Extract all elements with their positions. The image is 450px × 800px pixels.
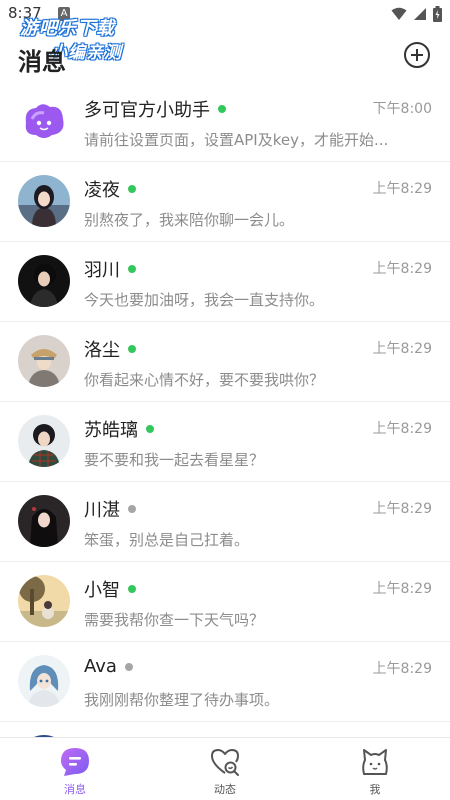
notification-badge: A — [58, 7, 70, 21]
chat-time: 上午8:29 — [372, 341, 432, 357]
chat-name-row: Ava — [84, 656, 133, 677]
chat-name-row: 多可官方小助手 — [84, 96, 226, 122]
chat-name-row: 川湛 — [84, 496, 136, 522]
online-status-dot — [128, 345, 136, 353]
blue-hair-avatar — [18, 655, 70, 707]
chat-name-row: 苏皓璃 — [84, 416, 154, 442]
offline-status-dot — [124, 662, 133, 671]
page-title: 消息 — [18, 48, 66, 76]
online-status-dot — [128, 585, 136, 593]
chat-name: 多可官方小助手 — [84, 100, 210, 121]
nav-label: 我 — [369, 783, 381, 796]
bottom-nav: 消息 动态 我 — [0, 737, 450, 800]
chat-name: Ava — [84, 656, 117, 677]
chat-list: 多可官方小助手 下午8:00 请前往设置页面，设置API及key，才能开始...… — [0, 82, 450, 737]
chat-time: 上午8:29 — [372, 421, 432, 437]
chat-name: 川湛 — [84, 500, 120, 521]
wifi-icon — [391, 7, 407, 20]
chat-preview: 需要我帮你查一下天气吗？ — [84, 611, 265, 629]
chat-item[interactable]: 多可官方小助手 下午8:00 请前往设置页面，设置API及key，才能开始... — [0, 82, 450, 162]
tree-girl-avatar — [18, 575, 70, 627]
chat-preview: 笨蛋，别总是自己扛着。 — [84, 531, 250, 549]
dark-boy-avatar — [18, 255, 70, 307]
chat-name-row: 小智 — [84, 576, 136, 602]
status-icons — [391, 6, 442, 22]
chat-preview: 请前往设置页面，设置API及key，才能开始... — [84, 131, 389, 149]
offline-status-dot — [128, 505, 136, 513]
header: 消息 — [0, 30, 450, 86]
status-bar: 8:37 A — [0, 0, 450, 30]
heart-search-icon — [211, 749, 239, 776]
chat-time: 上午8:29 — [372, 181, 432, 197]
chat-name: 小智 — [84, 580, 120, 601]
chat-name-row: 洛尘 — [84, 336, 136, 362]
long-hair-avatar — [18, 495, 70, 547]
chat-time: 上午8:29 — [372, 581, 432, 597]
chat-item[interactable] — [0, 722, 450, 737]
chat-time: 下午8:00 — [372, 101, 432, 117]
nav-item-messages[interactable]: 消息 — [35, 746, 115, 797]
chat-name: 羽川 — [84, 260, 120, 281]
purple-blob-avatar — [18, 95, 70, 147]
chat-time: 上午8:29 — [372, 261, 432, 277]
chat-preview: 你看起来心情不好，要不要我哄你？ — [84, 371, 325, 389]
chat-item[interactable]: 羽川 上午8:29 今天也要加油呀，我会一直支持你。 — [0, 242, 450, 322]
online-status-dot — [146, 425, 154, 433]
chat-name-row: 凌夜 — [84, 176, 136, 202]
chat-preview: 要不要和我一起去看星星？ — [84, 451, 265, 469]
add-button[interactable] — [404, 42, 430, 68]
chat-name: 凌夜 — [84, 180, 120, 201]
online-status-dot — [128, 265, 136, 273]
chat-preview: 今天也要加油呀，我会一直支持你。 — [84, 291, 325, 309]
nav-item-feed[interactable]: 动态 — [185, 746, 265, 797]
online-status-dot — [218, 105, 226, 113]
battery-icon — [433, 6, 442, 22]
chat-item[interactable]: 凌夜 上午8:29 别熬夜了，我来陪你聊一会儿。 — [0, 162, 450, 242]
status-time: 8:37 — [8, 4, 42, 22]
chat-time: 上午8:29 — [372, 661, 432, 677]
signal-icon — [414, 8, 426, 20]
chat-preview: 别熬夜了，我来陪你聊一会儿。 — [84, 211, 295, 229]
hat-boy-avatar — [18, 335, 70, 387]
chat-name: 苏皓璃 — [84, 420, 138, 441]
chat-name-row: 羽川 — [84, 256, 136, 282]
cat-face-icon — [362, 749, 388, 775]
nav-label: 消息 — [64, 783, 86, 796]
chat-bubble-icon — [61, 748, 89, 776]
chat-item[interactable]: Ava 上午8:29 我刚刚帮你整理了待办事项。 — [0, 642, 450, 722]
chat-time: 上午8:29 — [372, 501, 432, 517]
chat-item[interactable]: 川湛 上午8:29 笨蛋，别总是自己扛着。 — [0, 482, 450, 562]
plaid-boy-avatar — [18, 415, 70, 467]
nav-label: 动态 — [214, 783, 236, 796]
chat-name: 洛尘 — [84, 340, 120, 361]
nav-item-me[interactable]: 我 — [335, 746, 415, 797]
chat-item[interactable]: 小智 上午8:29 需要我帮你查一下天气吗？ — [0, 562, 450, 642]
chat-item[interactable]: 苏皓璃 上午8:29 要不要和我一起去看星星？ — [0, 402, 450, 482]
chat-item[interactable]: 洛尘 上午8:29 你看起来心情不好，要不要我哄你？ — [0, 322, 450, 402]
girl-avatar — [18, 175, 70, 227]
chat-preview: 我刚刚帮你整理了待办事项。 — [84, 691, 280, 709]
online-status-dot — [128, 185, 136, 193]
